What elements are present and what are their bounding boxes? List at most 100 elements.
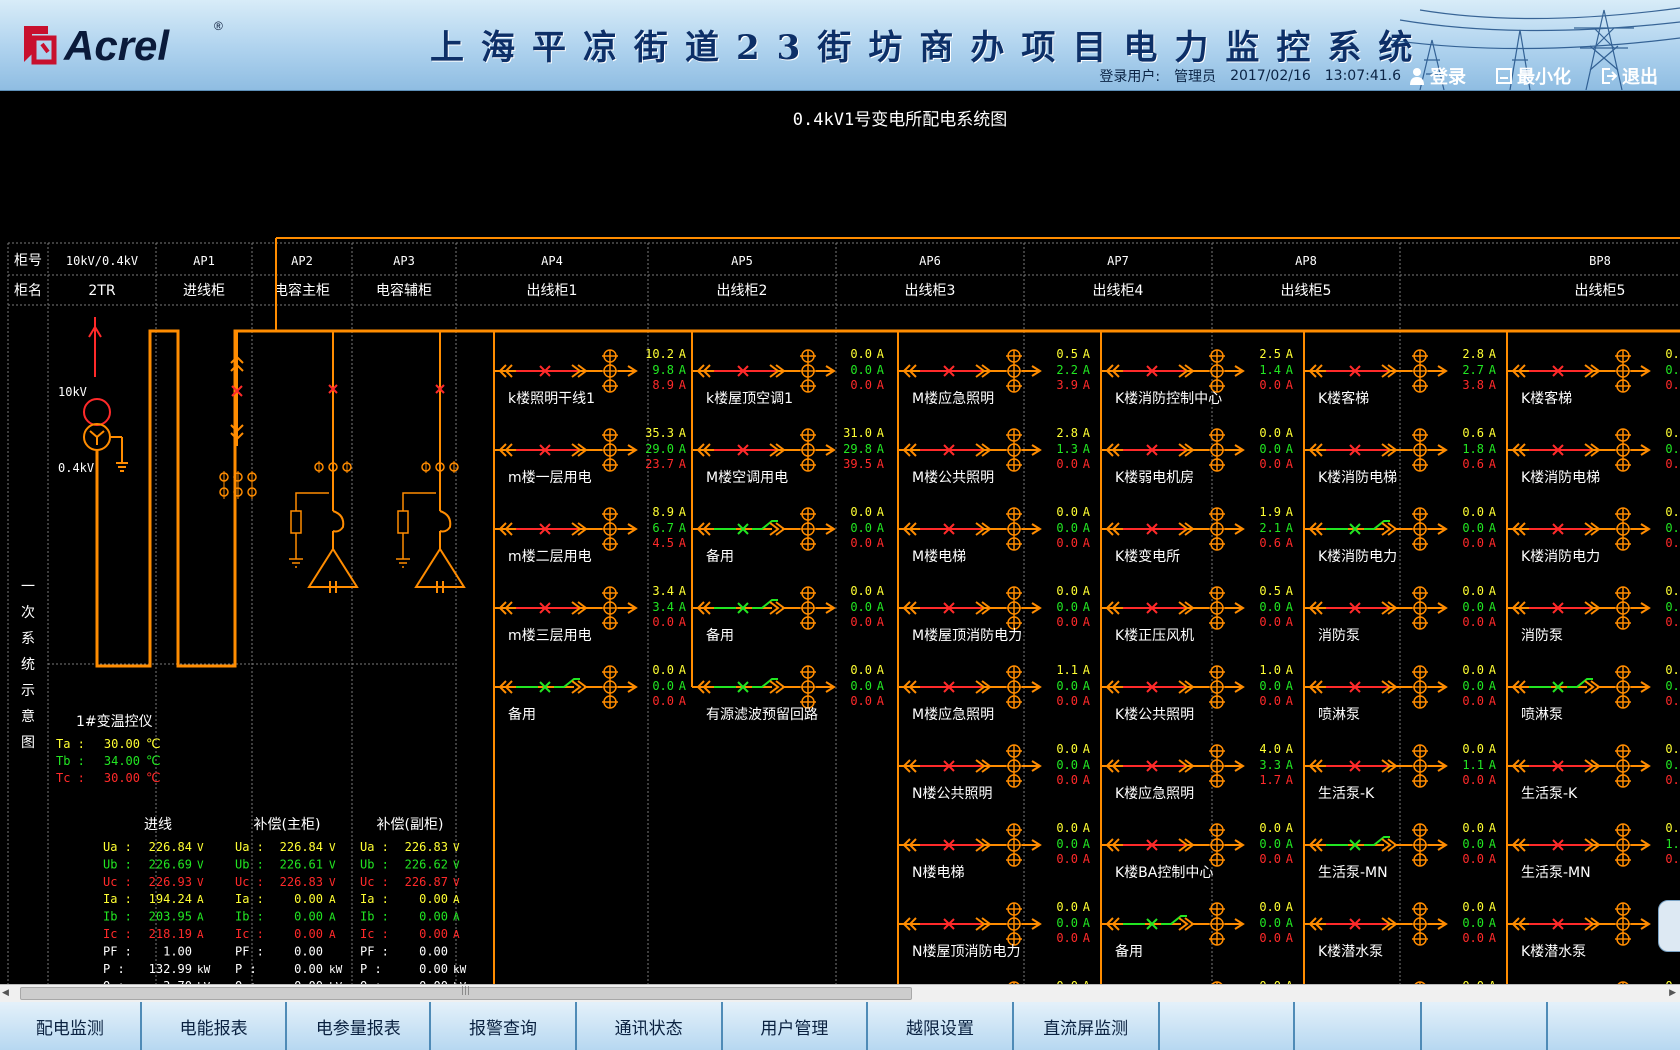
nav-empty-2[interactable]: [1295, 1002, 1422, 1050]
feeder-circuit: 1.00.00.0AAAK楼公共照明: [1101, 663, 1294, 723]
withdrawable-icon: [769, 601, 786, 615]
current-phase-a: 3.4: [652, 584, 674, 598]
unit-a: A: [1083, 900, 1091, 914]
current-phase-b: 0.0: [1056, 600, 1078, 614]
app-header: Acrel ® 上海平凉街道23街坊商办项目电力监控系统 登录用户: 管理员 2…: [0, 0, 1680, 91]
current-phase-a: 0.5: [1259, 584, 1281, 598]
unit-a: A: [679, 584, 687, 598]
side-chat-widget[interactable]: [1658, 900, 1680, 952]
measure-unit: kW: [197, 963, 211, 976]
unit-a: A: [679, 600, 687, 614]
current-phase-a: 0.5: [1056, 347, 1078, 361]
nav-parameter-report[interactable]: 电参量报表: [287, 1002, 432, 1050]
current-phase-c: 0.0: [1259, 615, 1281, 629]
horizontal-scrollbar[interactable]: ◀ ||| ▶: [0, 984, 1680, 1002]
current-phase-c: 0.0: [850, 536, 872, 550]
measure-label: Ub :: [360, 857, 389, 871]
incoming-conductor: [95, 329, 1680, 668]
current-phase-a: 0.0: [1056, 742, 1078, 756]
scrollbar-thumb[interactable]: |||: [20, 986, 912, 1000]
login-user-name: 管理员: [1174, 69, 1217, 85]
feeder-circuit: 0.00.00.0AAAN楼屋顶消防电力: [898, 900, 1091, 960]
scroll-right-arrow-icon[interactable]: ▶: [1669, 988, 1676, 998]
measure-value: 1.00: [163, 944, 192, 958]
nav-empty-1[interactable]: [1160, 1002, 1296, 1050]
feeder-name: K楼变电所: [1115, 549, 1180, 565]
current-phase-a: 4.0: [1259, 742, 1281, 756]
unit-a: A: [1489, 600, 1497, 614]
nav-power-monitoring[interactable]: 配电监测: [0, 1002, 142, 1050]
unit-a: A: [679, 536, 687, 550]
current-phase-b: 0.0: [1056, 837, 1078, 851]
measure-label: Ic :: [360, 927, 389, 941]
measure-label: Ia :: [235, 892, 264, 906]
feeder-name: K楼BA控制中心: [1115, 865, 1213, 881]
unit-a: A: [877, 457, 885, 471]
unit-a: A: [1489, 900, 1497, 914]
nav-dc-screen[interactable]: 直流屏监测: [1014, 1002, 1160, 1050]
measure-unit: V: [329, 841, 336, 854]
unit-a: A: [1286, 615, 1294, 629]
withdrawable-icon: [1178, 917, 1195, 931]
cabinet-no: AP5: [731, 254, 753, 268]
unit-a: A: [1286, 505, 1294, 519]
cabinet-no: AP2: [291, 254, 313, 268]
current-phase-b: 0.0: [1462, 679, 1484, 693]
current-phase-c: 0.0: [850, 694, 872, 708]
feeder-name: 有源滤波预留回路: [706, 707, 818, 723]
unit-a: A: [1286, 773, 1294, 787]
nav-empty-4[interactable]: [1548, 1002, 1680, 1050]
current-phase-a: 10.2: [645, 347, 674, 361]
measure-unit: A: [197, 911, 204, 924]
nav-energy-report[interactable]: 电能报表: [142, 1002, 288, 1050]
current-phase-c: 0.6: [1259, 536, 1281, 550]
measure-value: 0.00: [419, 910, 448, 924]
minimize-button[interactable]: 最小化: [1496, 63, 1571, 89]
measure-label: P :: [360, 962, 382, 976]
incoming-breaker: [219, 331, 257, 499]
current-phase-c: 8.9: [652, 378, 674, 392]
feeder-circuit: 31.029.839.5AAAM楼空调用电: [692, 426, 885, 486]
unit-a: A: [1489, 426, 1497, 440]
feeder-name: M楼电梯: [912, 549, 966, 565]
nav-alarm-query[interactable]: 报警查询: [431, 1002, 577, 1050]
exit-button[interactable]: 退出: [1601, 63, 1658, 89]
current-time: 13:07:41.6: [1324, 68, 1401, 84]
nav-user-management[interactable]: 用户管理: [723, 1002, 869, 1050]
nav-comm-status[interactable]: 通讯状态: [577, 1002, 723, 1050]
measure-unit: V: [329, 858, 336, 871]
feeder-circuit: 0.00.00.0AAA备用: [692, 584, 885, 644]
measure-unit: A: [197, 928, 204, 941]
temp-label: Tb :: [56, 754, 85, 768]
current-phase-b: 0.0: [1259, 600, 1281, 614]
temperature-controller: 1#变温控仪 Ta : 30.00 ℃ Tb : 34.00 ℃ Tc : 30.00 ℃: [56, 714, 161, 786]
measure-unit: V: [453, 841, 460, 854]
unit-a: A: [877, 505, 885, 519]
bottom-nav: 配电监测 电能报表 电参量报表 报警查询 通讯状态 用户管理 越限设置 直流屏监…: [0, 1002, 1680, 1050]
current-phase-b: 1.8: [1462, 442, 1484, 456]
current-phase-b: 1.4: [1259, 363, 1281, 377]
feeder-name: M楼屋顶消防电力: [912, 628, 1022, 644]
unit-a: A: [679, 457, 687, 471]
current-phase-b: 2.2: [1056, 363, 1078, 377]
cabinet-name: 出线柜1: [527, 283, 578, 299]
feeder-name: K楼正压风机: [1115, 628, 1194, 644]
unit-a: A: [1083, 584, 1091, 598]
measure-value: 226.83: [280, 875, 323, 889]
scroll-left-arrow-icon[interactable]: ◀: [2, 988, 9, 998]
measure-label: Ua :: [360, 840, 389, 854]
feeder-name: N楼屋顶消防电力: [912, 944, 1020, 960]
unit-a: A: [1083, 742, 1091, 756]
nav-empty-3[interactable]: [1422, 1002, 1548, 1050]
unit-a: A: [1083, 931, 1091, 945]
login-button[interactable]: 登录: [1409, 63, 1466, 89]
measure-unit: A: [329, 911, 336, 924]
single-line-diagram: 柜号柜名 10kV/0.4kV 2TR AP1 进线柜 AP2 电容主柜 AP3 电容辅柜 AP4…: [7, 237, 1680, 984]
current-phase-c: 0.0: [1056, 931, 1078, 945]
side-label-char: 意: [21, 708, 35, 725]
current-phase-b: 0.0: [1056, 521, 1078, 535]
feeder-name: K楼消防电梯: [1318, 470, 1397, 486]
current-phase-c: 0.6: [1462, 457, 1484, 471]
feeder-circuit: 0.00.00.0AAAK楼潜水泵: [1507, 900, 1680, 960]
nav-limit-settings[interactable]: 越限设置: [868, 1002, 1014, 1050]
